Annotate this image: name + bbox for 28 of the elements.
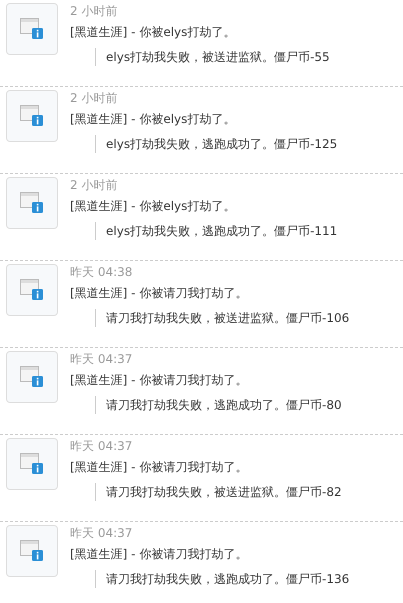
notice-time: 2 小时前	[70, 3, 118, 19]
notice-detail: 请刀我打劫我失败，被送进监狱。僵尸币-82	[95, 483, 342, 501]
info-window-icon	[20, 540, 44, 562]
info-window-icon	[20, 105, 44, 127]
notice-title: [黑道生涯] - 你被请刀我打劫了。	[70, 372, 248, 388]
notice-detail: 请刀我打劫我失败，逃跑成功了。僵尸币-80	[95, 396, 342, 414]
info-window-icon	[20, 279, 44, 301]
info-window-icon	[20, 453, 44, 475]
notice-time: 昨天 04:38	[70, 264, 134, 280]
notice-time: 2 小时前	[70, 90, 118, 106]
notice-detail: 请刀我打劫我失败，逃跑成功了。僵尸币-136	[95, 570, 350, 588]
notice-time: 昨天 04:37	[70, 525, 134, 541]
notice-time: 昨天 04:37	[70, 351, 134, 367]
notice-title: [黑道生涯] - 你被请刀我打劫了。	[70, 459, 248, 475]
notice-detail: elys打劫我失败，逃跑成功了。僵尸币-111	[95, 222, 338, 240]
notice-detail: 请刀我打劫我失败，被送进监狱。僵尸币-106	[95, 309, 350, 327]
notice-detail: elys打劫我失败，被送进监狱。僵尸币-55	[95, 48, 330, 66]
notice-title: [黑道生涯] - 你被elys打劫了。	[70, 111, 236, 127]
notice-title: [黑道生涯] - 你被请刀我打劫了。	[70, 546, 248, 562]
notice-title: [黑道生涯] - 你被请刀我打劫了。	[70, 285, 248, 301]
notice-title: [黑道生涯] - 你被elys打劫了。	[70, 24, 236, 40]
info-window-icon	[20, 192, 44, 214]
notice-detail: elys打劫我失败，逃跑成功了。僵尸币-125	[95, 135, 338, 153]
notice-title: [黑道生涯] - 你被elys打劫了。	[70, 198, 236, 214]
notice-time: 2 小时前	[70, 177, 118, 193]
notice-time: 昨天 04:37	[70, 438, 134, 454]
info-window-icon	[20, 366, 44, 388]
info-window-icon	[20, 18, 44, 40]
